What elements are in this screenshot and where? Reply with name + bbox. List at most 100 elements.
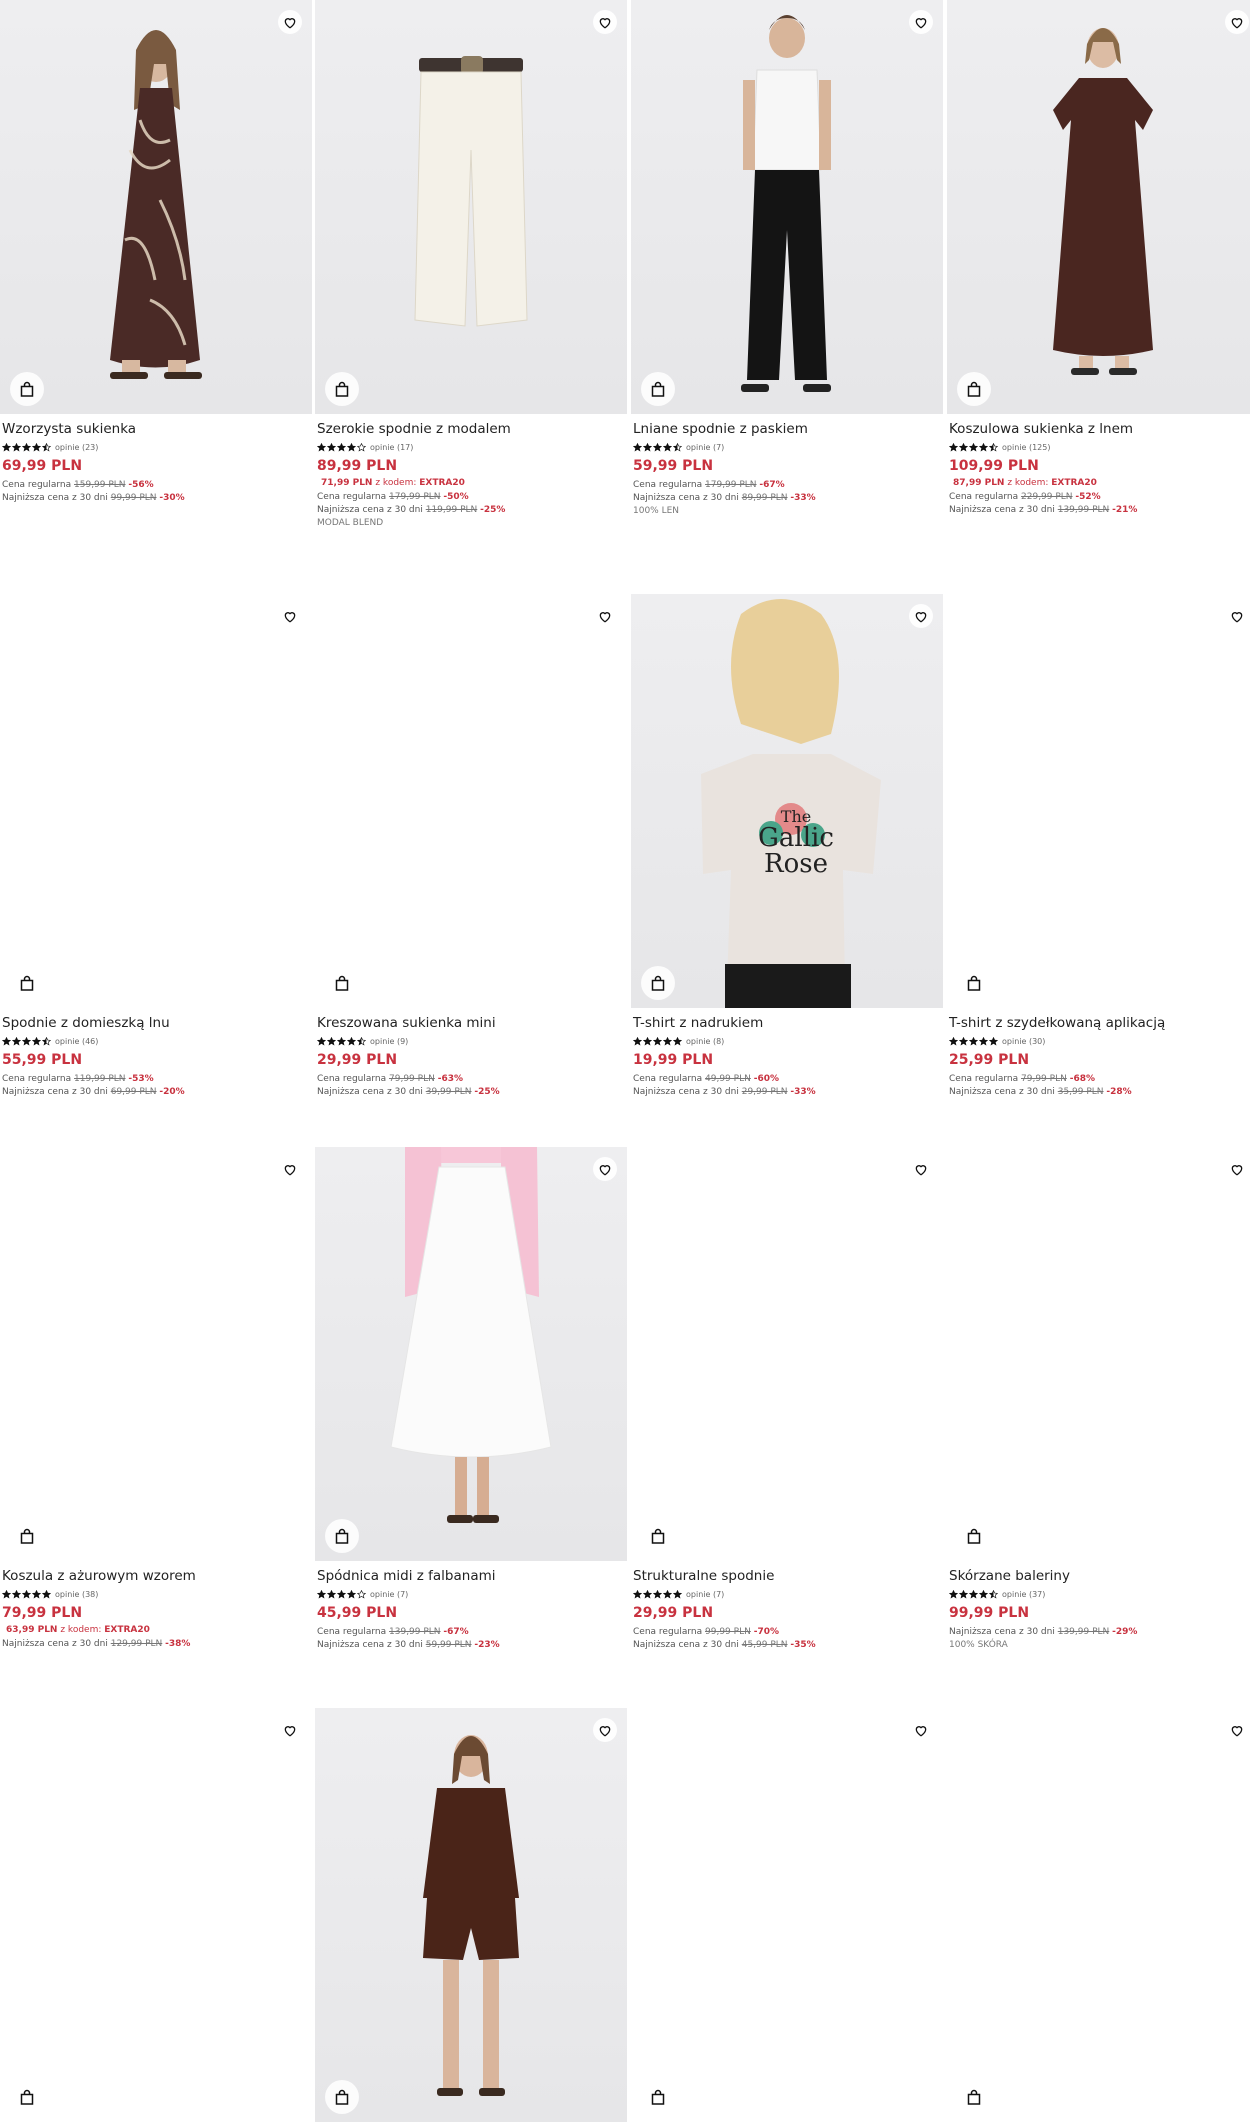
- product-image[interactable]: [631, 0, 943, 414]
- price-line-label: Najniższa cena z 30 dni: [633, 1087, 739, 1097]
- favorite-heart-icon[interactable]: [278, 1718, 302, 1742]
- reviews-count[interactable]: opinie (30): [1002, 1037, 1045, 1046]
- favorite-heart-icon[interactable]: [909, 604, 933, 628]
- product-title[interactable]: Strukturalne spodnie: [633, 1568, 941, 1584]
- add-to-bag-icon[interactable]: [325, 2080, 359, 2114]
- favorite-heart-icon[interactable]: [593, 604, 617, 628]
- reviews-count[interactable]: opinie (23): [55, 443, 98, 452]
- product-title[interactable]: Wzorzysta sukienka: [2, 421, 310, 437]
- rating-stars: [317, 442, 366, 452]
- discount-percent: -70%: [753, 1627, 779, 1637]
- favorite-heart-icon[interactable]: [278, 10, 302, 34]
- material-tag: 100% SKÓRA: [949, 1640, 1008, 1650]
- add-to-bag-icon[interactable]: [641, 2080, 675, 2114]
- favorite-heart-icon[interactable]: [909, 1157, 933, 1181]
- reviews-count[interactable]: opinie (7): [686, 1590, 724, 1599]
- star-icon: [317, 442, 326, 452]
- promo-price: 63,99 PLN: [6, 1625, 58, 1635]
- regular-price-line: Cena regularna 179,99 PLN -67%: [633, 480, 941, 490]
- product-image[interactable]: [315, 594, 627, 1008]
- product-title[interactable]: Koszula z ażurowym wzorem: [2, 1568, 310, 1584]
- star-icon: [2, 1589, 11, 1599]
- star-icon: [653, 1036, 662, 1046]
- product-image[interactable]: [947, 1147, 1250, 1561]
- product-title[interactable]: T-shirt z nadrukiem: [633, 1015, 941, 1031]
- product-image[interactable]: [315, 0, 627, 414]
- add-to-bag-icon[interactable]: [325, 372, 359, 406]
- product-image[interactable]: [947, 594, 1250, 1008]
- product-title[interactable]: Spódnica midi z falbanami: [317, 1568, 625, 1584]
- product-image[interactable]: [0, 1708, 312, 2122]
- product-image[interactable]: The Gallic Rose: [631, 594, 943, 1008]
- product-image[interactable]: [0, 0, 312, 414]
- add-to-bag-icon[interactable]: [325, 1519, 359, 1553]
- add-to-bag-icon[interactable]: [641, 1519, 675, 1553]
- reviews-count[interactable]: opinie (46): [55, 1037, 98, 1046]
- add-to-bag-icon[interactable]: [957, 372, 991, 406]
- favorite-heart-icon[interactable]: [909, 10, 933, 34]
- reviews-count[interactable]: opinie (17): [370, 443, 413, 452]
- product-image[interactable]: [315, 1147, 627, 1561]
- discount-percent: -33%: [790, 1087, 816, 1097]
- discount-percent: -30%: [159, 493, 185, 503]
- discount-percent: -67%: [759, 480, 785, 490]
- product-image[interactable]: [0, 1147, 312, 1561]
- star-icon: [989, 442, 998, 452]
- favorite-heart-icon[interactable]: [909, 1718, 933, 1742]
- star-icon: [2, 1036, 11, 1046]
- reviews-count[interactable]: opinie (125): [1002, 443, 1050, 452]
- reviews-count[interactable]: opinie (9): [370, 1037, 408, 1046]
- product-title[interactable]: Szerokie spodnie z modalem: [317, 421, 625, 437]
- star-icon: [347, 1589, 356, 1599]
- add-to-bag-icon[interactable]: [10, 2080, 44, 2114]
- regular-price-line: Cena regularna 119,99 PLN -53%: [2, 1074, 310, 1084]
- product-card: Strukturalne spodnie opinie (7) 29,99 PLN C…: [631, 1147, 943, 1653]
- add-to-bag-icon[interactable]: [325, 966, 359, 1000]
- favorite-heart-icon[interactable]: [1225, 604, 1249, 628]
- star-icon: [989, 1036, 998, 1046]
- star-icon: [633, 1589, 642, 1599]
- star-icon: [42, 442, 51, 452]
- favorite-heart-icon[interactable]: [593, 10, 617, 34]
- product-image[interactable]: [947, 0, 1250, 414]
- rating: opinie (7): [633, 441, 941, 453]
- product-title[interactable]: Lniane spodnie z paskiem: [633, 421, 941, 437]
- product-title[interactable]: Kreszowana sukienka mini: [317, 1015, 625, 1031]
- product-card: [315, 1708, 627, 2122]
- reviews-count[interactable]: opinie (37): [1002, 1590, 1045, 1599]
- product-image[interactable]: [947, 1708, 1250, 2122]
- add-to-bag-icon[interactable]: [10, 372, 44, 406]
- favorite-heart-icon[interactable]: [593, 1718, 617, 1742]
- reviews-count[interactable]: opinie (7): [370, 1590, 408, 1599]
- favorite-heart-icon[interactable]: [1225, 1718, 1249, 1742]
- add-to-bag-icon[interactable]: [641, 966, 675, 1000]
- rating-stars: [2, 1589, 51, 1599]
- favorite-heart-icon[interactable]: [593, 1157, 617, 1181]
- product-image[interactable]: [315, 1708, 627, 2122]
- tshirt-print-text: The Gallic Rose: [741, 809, 851, 878]
- add-to-bag-icon[interactable]: [641, 372, 675, 406]
- tshirt-print-word: Gallic: [758, 823, 834, 853]
- add-to-bag-icon[interactable]: [957, 2080, 991, 2114]
- product-image[interactable]: [631, 1708, 943, 2122]
- product-title[interactable]: Koszulowa sukienka z lnem: [949, 421, 1250, 437]
- favorite-heart-icon[interactable]: [1225, 1157, 1249, 1181]
- product-image[interactable]: [631, 1147, 943, 1561]
- reviews-count[interactable]: opinie (8): [686, 1037, 724, 1046]
- favorite-heart-icon[interactable]: [1225, 10, 1249, 34]
- reviews-count[interactable]: opinie (7): [686, 443, 724, 452]
- discount-percent: -63%: [437, 1074, 463, 1084]
- add-to-bag-icon[interactable]: [10, 1519, 44, 1553]
- product-image[interactable]: [0, 594, 312, 1008]
- product-title[interactable]: Spodnie z domieszką lnu: [2, 1015, 310, 1031]
- price-line-label: Cena regularna: [2, 480, 72, 490]
- add-to-bag-icon[interactable]: [957, 966, 991, 1000]
- favorite-heart-icon[interactable]: [278, 604, 302, 628]
- add-to-bag-icon[interactable]: [957, 1519, 991, 1553]
- favorite-heart-icon[interactable]: [278, 1157, 302, 1181]
- reviews-count[interactable]: opinie (38): [55, 1590, 98, 1599]
- product-title[interactable]: T-shirt z szydełkowaną aplikacją: [949, 1015, 1250, 1031]
- add-to-bag-icon[interactable]: [10, 966, 44, 1000]
- star-icon: [673, 442, 682, 452]
- product-title[interactable]: Skórzane baleriny: [949, 1568, 1250, 1584]
